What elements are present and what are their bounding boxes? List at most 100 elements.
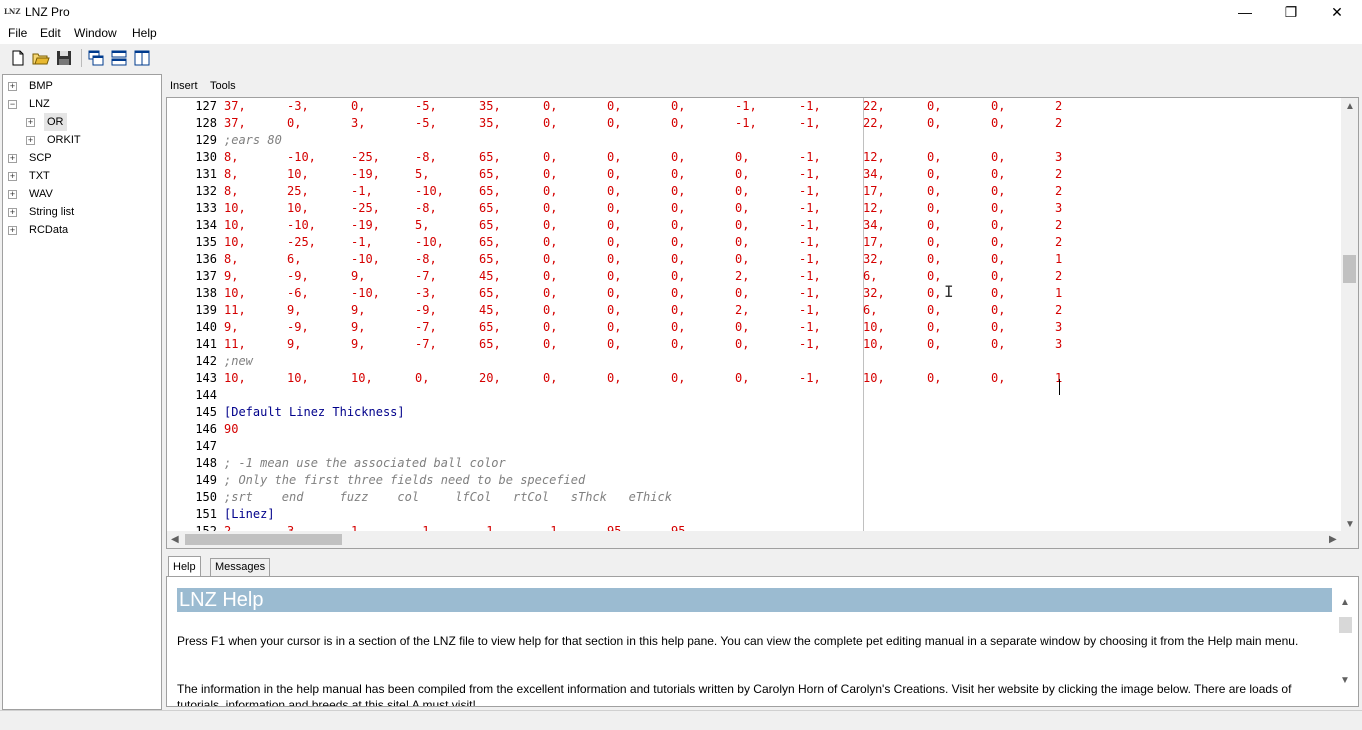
- code-line[interactable]: 145 [Default Linez Thickness]: [167, 404, 1342, 421]
- code-value: 0,: [543, 201, 558, 215]
- code-line[interactable]: 136 8, 6, -10, -8, 65, 0, 0, 0, 0, -1, 32, 0, 0, 1: [167, 251, 1342, 268]
- scroll-left-icon[interactable]: ◀: [171, 534, 179, 545]
- scroll-right-icon[interactable]: ▶: [1329, 534, 1337, 545]
- code-line[interactable]: 128 37, 0, 3, -5, 35, 0, 0, 0, -1, -1, 22, 0, 0, 2: [167, 115, 1342, 132]
- line-number: 141: [195, 337, 217, 351]
- restore-button[interactable]: ❐: [1268, 0, 1314, 24]
- scroll-thumb[interactable]: [1343, 255, 1356, 283]
- scroll-down-icon[interactable]: ▼: [1340, 675, 1350, 686]
- expand-icon[interactable]: +: [8, 226, 17, 235]
- code-value: 12,: [863, 201, 885, 215]
- code-line[interactable]: 144: [167, 387, 1342, 404]
- code-value: 0,: [543, 252, 558, 266]
- line-number: 142: [195, 354, 217, 368]
- line-number: 131: [195, 167, 217, 181]
- scroll-up-icon[interactable]: ▲: [1345, 101, 1355, 112]
- code-line[interactable]: 131 8, 10, -19, 5, 65, 0, 0, 0, 0, -1, 34, 0, 0, 2: [167, 166, 1342, 183]
- code-value: 45,: [479, 269, 501, 283]
- code-comment: ; -1 mean use the associated ball color: [224, 456, 506, 470]
- editor-vertical-scrollbar[interactable]: ▲ ▼: [1341, 98, 1358, 532]
- collapse-icon[interactable]: −: [8, 100, 17, 109]
- code-line[interactable]: 142 ;new: [167, 353, 1342, 370]
- code-editor[interactable]: 127 37, -3, 0, -5, 35, 0, 0, 0, -1, -1, 22, 0, 0, 2 128…: [166, 97, 1359, 549]
- tab-messages[interactable]: Messages: [210, 558, 271, 576]
- code-value: 3: [1055, 201, 1063, 215]
- expand-icon[interactable]: +: [8, 154, 17, 163]
- code-value: 0,: [991, 252, 1006, 266]
- code-value: 0,: [543, 303, 558, 317]
- code-value: 0,: [607, 167, 622, 181]
- tab-help[interactable]: Help: [168, 556, 201, 577]
- line-number: 146: [195, 422, 217, 436]
- menu-window[interactable]: Window: [74, 26, 117, 40]
- scroll-thumb[interactable]: [1339, 617, 1352, 633]
- code-line[interactable]: 146 90: [167, 421, 1342, 438]
- line-number: 144: [195, 388, 217, 402]
- code-value: 0,: [991, 99, 1006, 113]
- code-line[interactable]: 139 11, 9, 9, -9, 45, 0, 0, 0, 2, -1, 6, 0, 0, 2: [167, 302, 1342, 319]
- open-folder-icon[interactable]: [31, 48, 51, 68]
- code-value: 0,: [927, 337, 942, 351]
- code-line[interactable]: 143 10, 10, 10, 0, 20, 0, 0, 0, 0, -1, 10, 0, 0, 1: [167, 370, 1342, 387]
- code-value: 0,: [991, 269, 1006, 283]
- cascade-windows-icon[interactable]: [86, 48, 106, 68]
- menu-edit[interactable]: Edit: [40, 26, 61, 40]
- code-value: 32,: [863, 286, 885, 300]
- expand-icon[interactable]: +: [8, 172, 17, 181]
- save-icon[interactable]: [54, 48, 74, 68]
- code-value: -9,: [287, 320, 309, 334]
- menu-file[interactable]: File: [8, 26, 27, 40]
- code-line[interactable]: 150 ;srt end fuzz col lfCol rtCol sThck e…: [167, 489, 1342, 506]
- code-line[interactable]: 148 ; -1 mean use the associated ball col…: [167, 455, 1342, 472]
- expand-icon[interactable]: +: [8, 190, 17, 199]
- code-line[interactable]: 138 10, -6, -10, -3, 65, 0, 0, 0, 0, -1, 32, 0, 0, 1: [167, 285, 1342, 302]
- code-value: 12,: [863, 150, 885, 164]
- code-value: 0,: [735, 184, 750, 198]
- code-line[interactable]: 147: [167, 438, 1342, 455]
- code-value: 22,: [863, 99, 885, 113]
- expand-icon[interactable]: +: [26, 118, 35, 127]
- code-line[interactable]: 127 37, -3, 0, -5, 35, 0, 0, 0, -1, -1, 22, 0, 0, 2: [167, 98, 1342, 115]
- code-value: 0,: [415, 371, 430, 385]
- code-line[interactable]: 135 10, -25, -1, -10, 65, 0, 0, 0, 0, -1, 17, 0, 0, 2: [167, 234, 1342, 251]
- line-number: 140: [195, 320, 217, 334]
- code-value: 0,: [735, 320, 750, 334]
- minimize-button[interactable]: —: [1222, 0, 1268, 24]
- editor-horizontal-scrollbar[interactable]: ◀ ▶: [167, 531, 1342, 548]
- code-line[interactable]: 129 ;ears 80: [167, 132, 1342, 149]
- tile-horizontal-icon[interactable]: [109, 48, 129, 68]
- code-line[interactable]: 141 11, 9, 9, -7, 65, 0, 0, 0, 0, -1, 10, 0, 0, 3: [167, 336, 1342, 353]
- code-line[interactable]: 151 [Linez]: [167, 506, 1342, 523]
- code-line[interactable]: 140 9, -9, 9, -7, 65, 0, 0, 0, 0, -1, 10, 0, 0, 3: [167, 319, 1342, 336]
- line-number: 136: [195, 252, 217, 266]
- expand-icon[interactable]: +: [8, 82, 17, 91]
- code-line[interactable]: 149 ; Only the first three fields need to…: [167, 472, 1342, 489]
- code-value: 0,: [735, 235, 750, 249]
- code-value: 10,: [287, 167, 309, 181]
- scroll-down-icon[interactable]: ▼: [1345, 519, 1355, 530]
- menu-insert[interactable]: Insert: [170, 80, 198, 92]
- code-value: 0,: [543, 184, 558, 198]
- tile-vertical-icon[interactable]: [132, 48, 152, 68]
- code-line[interactable]: 137 9, -9, 9, -7, 45, 0, 0, 0, 2, -1, 6, 0, 0, 2: [167, 268, 1342, 285]
- help-vertical-scrollbar[interactable]: ▲ ▼: [1334, 577, 1358, 706]
- scroll-thumb[interactable]: [185, 534, 342, 545]
- code-value: 37,: [224, 116, 246, 130]
- menu-tools[interactable]: Tools: [210, 80, 236, 92]
- expand-icon[interactable]: +: [26, 136, 35, 145]
- code-value: -1,: [799, 218, 821, 232]
- code-line[interactable]: 130 8, -10, -25, -8, 65, 0, 0, 0, 0, -1, 12, 0, 0, 3: [167, 149, 1342, 166]
- code-value: 11,: [224, 337, 246, 351]
- menu-bar: File Edit Window Help: [0, 24, 1362, 44]
- code-line[interactable]: 134 10, -10, -19, 5, 65, 0, 0, 0, 0, -1, 34, 0, 0, 2: [167, 217, 1342, 234]
- scroll-up-icon[interactable]: ▲: [1340, 597, 1350, 608]
- menu-help[interactable]: Help: [132, 26, 157, 40]
- expand-icon[interactable]: +: [8, 208, 17, 217]
- code-value: 0,: [543, 269, 558, 283]
- new-file-icon[interactable]: [8, 48, 28, 68]
- code-line[interactable]: 133 10, 10, -25, -8, 65, 0, 0, 0, 0, -1, 12, 0, 0, 3: [167, 200, 1342, 217]
- close-button[interactable]: ✕: [1314, 0, 1360, 24]
- code-value: 10,: [863, 337, 885, 351]
- code-line[interactable]: 132 8, 25, -1, -10, 65, 0, 0, 0, 0, -1, 17, 0, 0, 2: [167, 183, 1342, 200]
- code-area[interactable]: 127 37, -3, 0, -5, 35, 0, 0, 0, -1, -1, 22, 0, 0, 2 128…: [167, 98, 1342, 532]
